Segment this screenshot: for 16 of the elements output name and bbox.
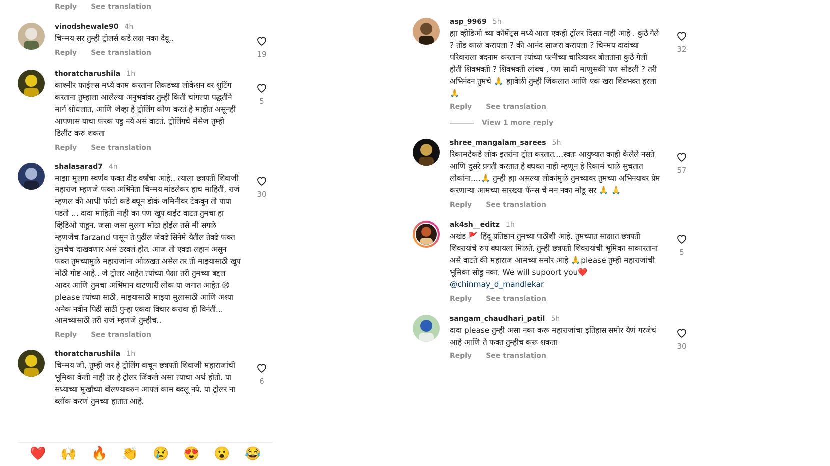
reaction-emoji[interactable]: 😍 — [184, 447, 200, 460]
reaction-emoji[interactable]: ❤ — [30, 447, 46, 460]
like-heart-icon[interactable] — [256, 82, 268, 94]
like-heart-icon[interactable] — [256, 362, 268, 374]
story-ring-avatar[interactable] — [413, 221, 440, 248]
reaction-emoji[interactable]: 😂 — [244, 447, 261, 460]
like-heart-icon[interactable] — [676, 151, 688, 164]
like-heart-icon[interactable] — [676, 233, 688, 246]
reaction-emoji[interactable]: 😢 — [152, 447, 169, 460]
like-heart-icon[interactable] — [256, 174, 268, 187]
reaction-emoji[interactable]: 😮 — [214, 447, 230, 460]
like-heart-icon[interactable] — [676, 326, 688, 339]
reaction-emoji[interactable]: 🔥 — [91, 447, 108, 460]
like-heart-icon[interactable] — [676, 30, 688, 42]
like-heart-icon[interactable] — [256, 35, 268, 47]
reaction-emoji[interactable]: 🙌 — [60, 447, 77, 460]
